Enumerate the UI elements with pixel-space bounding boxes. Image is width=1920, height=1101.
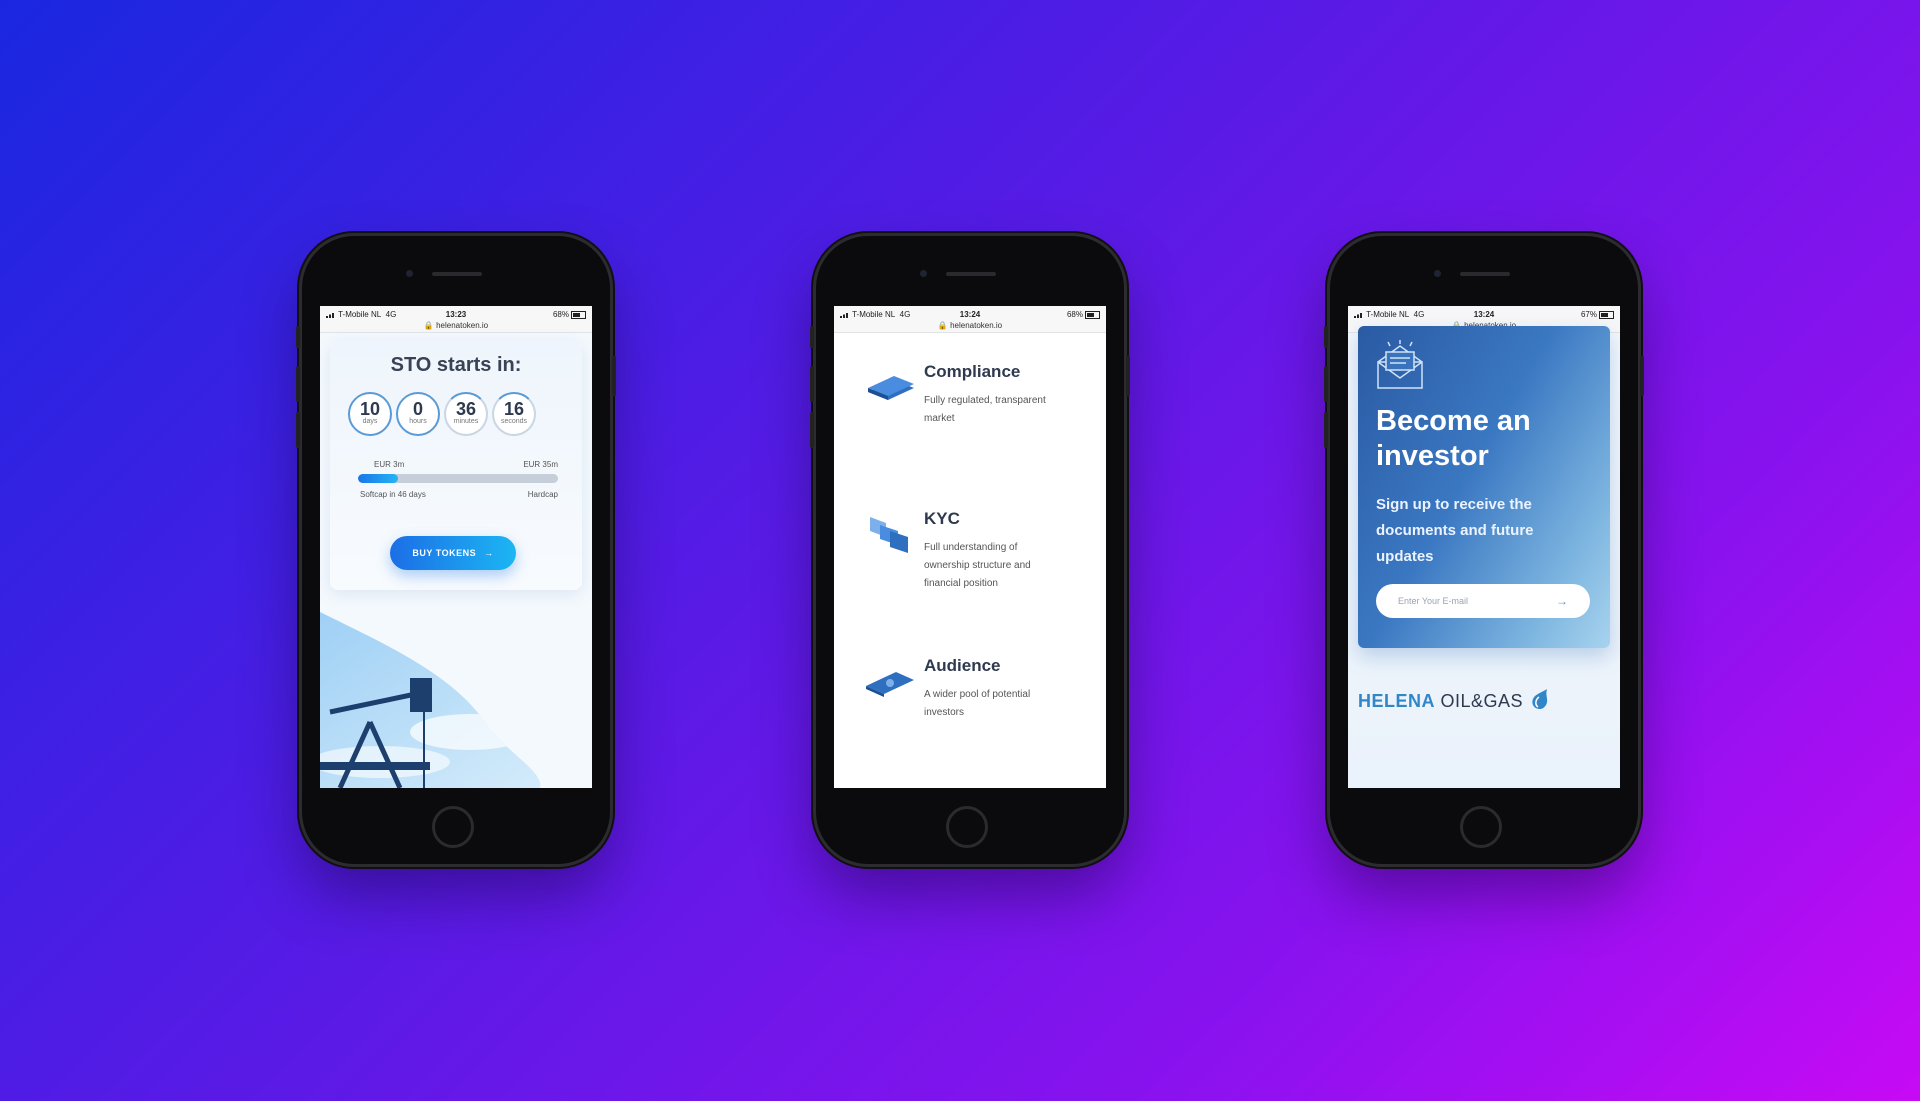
speaker-grille <box>1460 272 1510 276</box>
documents-icon <box>870 517 908 553</box>
camera-icon <box>1434 270 1441 277</box>
drop-logo-icon <box>1531 689 1547 709</box>
speaker-grille <box>946 272 996 276</box>
home-button[interactable] <box>1460 806 1502 848</box>
phone-mockup-1: T-Mobile NL 4G 13:23 68% 🔒 helenatoken.i… <box>296 236 616 864</box>
hardcap-note: Hardcap <box>527 490 558 499</box>
funding-progress-bar <box>358 474 558 483</box>
battery-percent: 68% <box>552 310 569 319</box>
softcap-note: Softcap in 46 days <box>360 490 426 499</box>
buy-tokens-label: BUY TOKENS <box>412 548 477 558</box>
countdown-seconds: 16 seconds <box>492 392 536 436</box>
battery-icon <box>1085 310 1100 319</box>
hardcap-label: EUR 35m <box>523 460 558 469</box>
investor-signup-card: Become an investor Sign up to receive th… <box>1358 326 1610 648</box>
email-field[interactable]: Enter Your E-mail → <box>1376 584 1590 618</box>
buy-tokens-button[interactable]: BUY TOKENS → <box>390 536 516 570</box>
battery-percent: 68% <box>1066 310 1083 319</box>
status-bar: T-Mobile NL 4G 13:23 68% 🔒 helenatoken.i… <box>320 306 592 333</box>
investor-subtitle: Sign up to receive the documents and fut… <box>1376 496 1534 565</box>
countdown-days: 10 days <box>348 392 392 436</box>
countdown-card: STO starts in: 10 days 0 hours 36 minutes 1… <box>330 340 582 590</box>
screen-countdown: T-Mobile NL 4G 13:23 68% 🔒 helenatoken.i… <box>320 306 592 788</box>
home-button[interactable] <box>946 806 988 848</box>
countdown-hours: 0 hours <box>396 392 440 436</box>
home-button[interactable] <box>432 806 474 848</box>
funding-progress-fill <box>358 474 398 483</box>
investor-title: Become an investor <box>1376 405 1531 472</box>
battery-percent: 67% <box>1580 310 1597 319</box>
email-placeholder: Enter Your E-mail <box>1398 596 1469 606</box>
screen-investor-signup: T-Mobile NL 4G 13:24 67% 🔒 helenatoken.i… <box>1348 306 1620 788</box>
banknote-icon <box>866 672 914 697</box>
softcap-label: EUR 3m <box>374 460 405 469</box>
oil-pump-image <box>320 612 541 788</box>
status-bar: T-Mobile NL 4G 13:24 68% 🔒 helenatoken.i… <box>834 306 1106 333</box>
status-time: 13:23 <box>445 310 467 319</box>
lock-icon: 🔒 <box>423 321 434 330</box>
speaker-grille <box>432 272 482 276</box>
countdown-minutes: 36 minutes <box>444 392 488 436</box>
screen-features: T-Mobile NL 4G 13:24 68% 🔒 helenatoken.i… <box>834 306 1106 788</box>
envelope-icon <box>1377 340 1423 389</box>
battery-icon <box>1599 310 1614 319</box>
phone-mockup-3: T-Mobile NL 4G 13:24 67% 🔒 helenatoken.i… <box>1324 236 1644 864</box>
url-label[interactable]: helenatoken.io <box>436 321 488 330</box>
camera-icon <box>406 270 413 277</box>
arrow-right-icon: → <box>484 548 494 558</box>
status-time: 13:24 <box>1473 310 1495 319</box>
status-time: 13:24 <box>959 310 981 319</box>
submit-arrow-icon[interactable]: → <box>1556 594 1568 608</box>
phone-mockup-2: T-Mobile NL 4G 13:24 68% 🔒 helenatoken.i… <box>810 236 1130 864</box>
camera-icon <box>920 270 927 277</box>
url-label[interactable]: helenatoken.io <box>950 321 1002 330</box>
lock-icon: 🔒 <box>937 321 948 330</box>
battery-icon <box>571 310 586 319</box>
card-stack-icon <box>868 376 914 400</box>
sto-title: STO starts in: <box>390 354 522 376</box>
helena-logo: HELENA OIL&GAS <box>1358 688 1551 712</box>
